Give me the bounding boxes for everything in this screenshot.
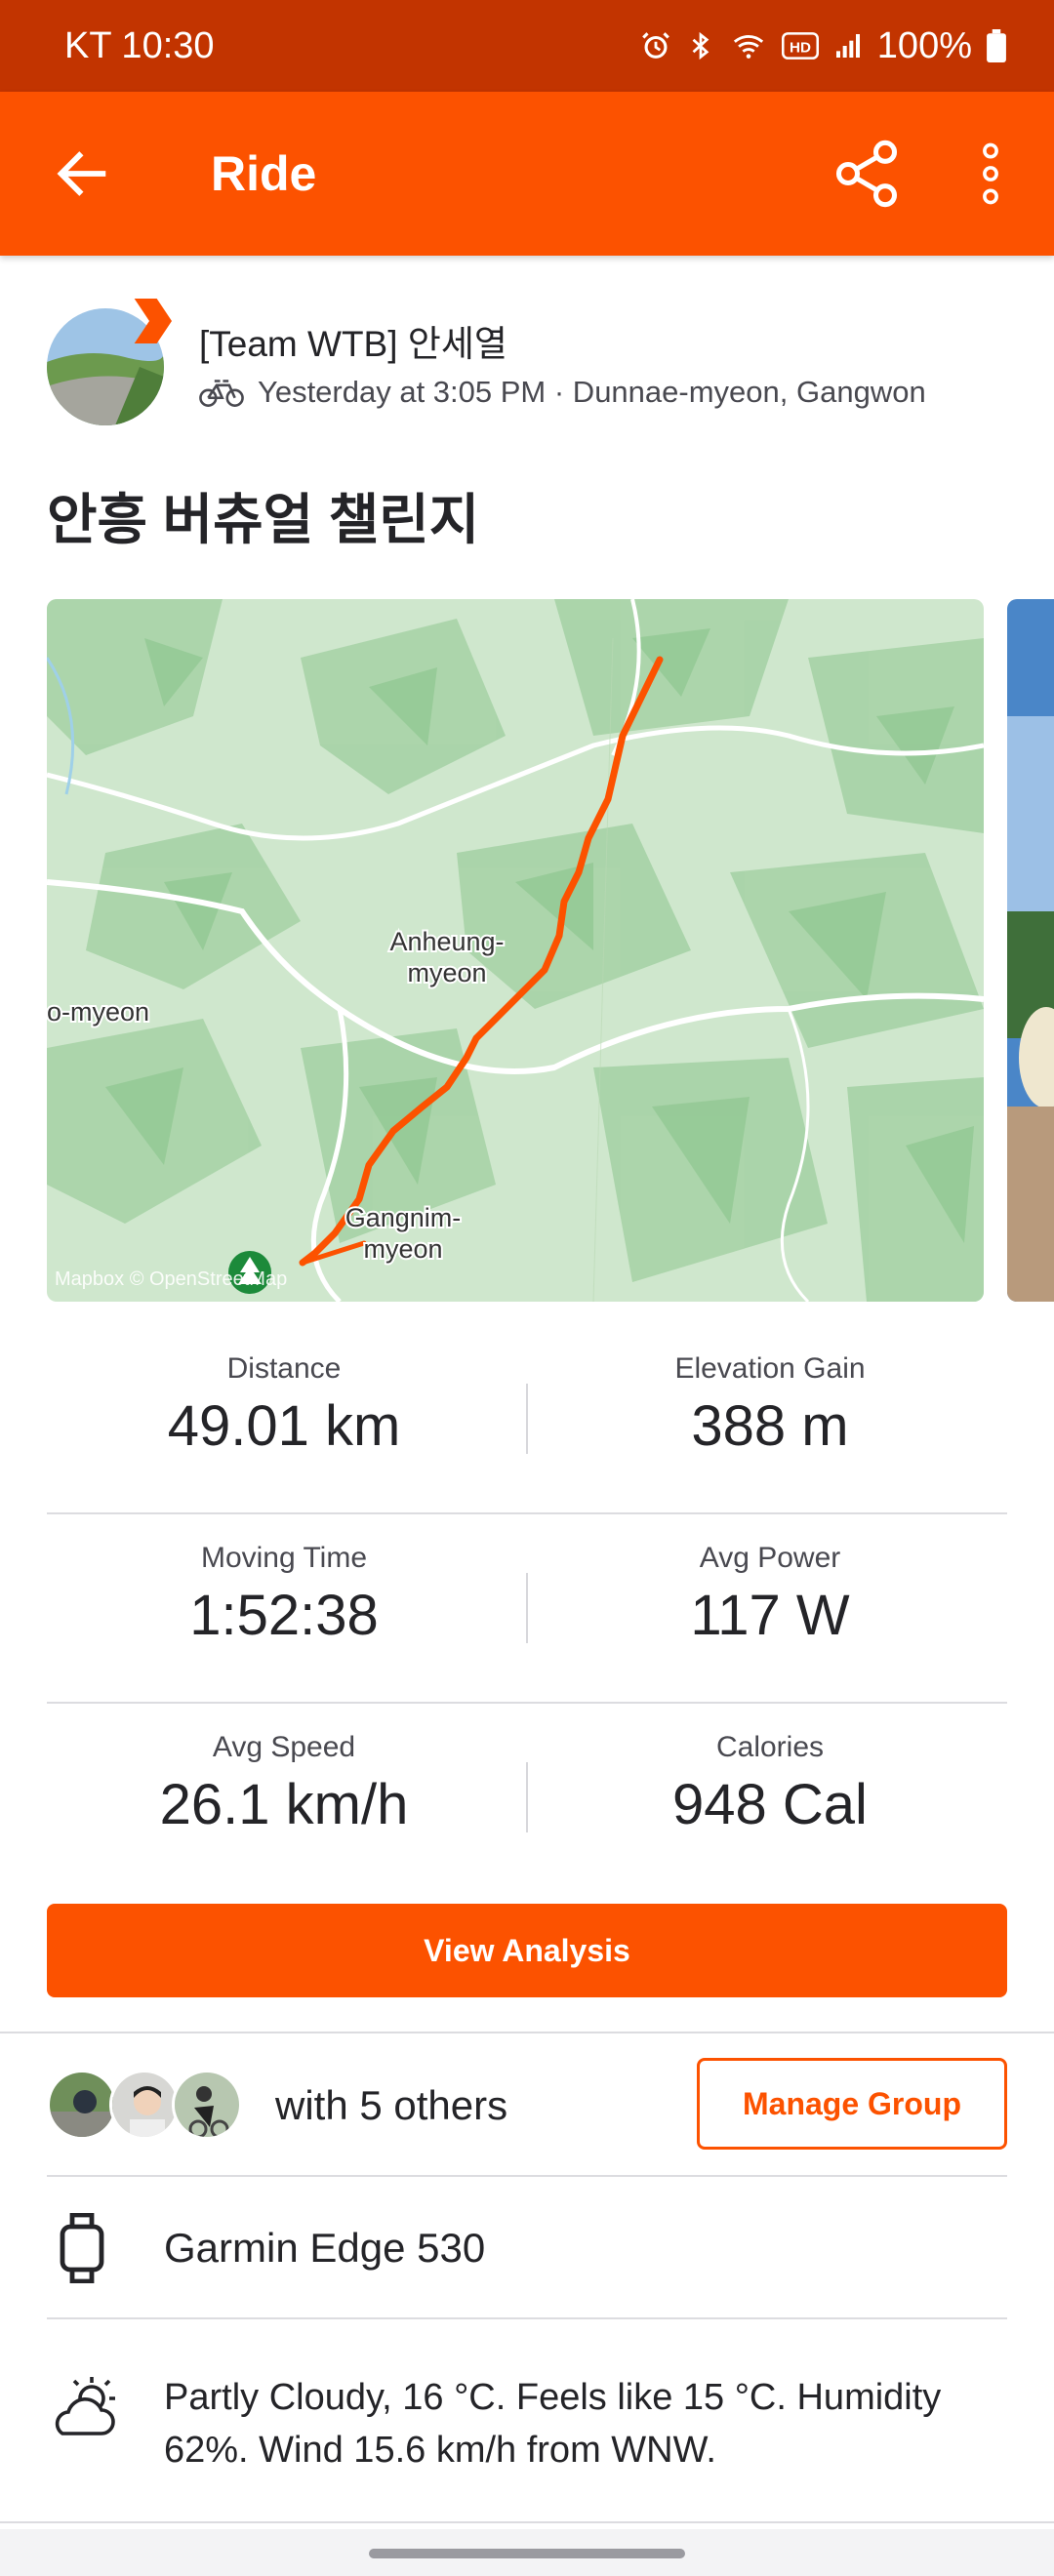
back-arrow-icon[interactable]	[51, 142, 113, 205]
divider	[47, 1512, 1007, 1514]
battery-percent: 100%	[876, 24, 972, 66]
stat-label: Avg Power	[699, 1542, 841, 1574]
group-summary[interactable]: with 5 others	[275, 2082, 507, 2129]
stat-label: Calories	[715, 1731, 825, 1763]
activity-meta-text: Yesterday at 3:05 PM · Dunnae-myeon, Gan…	[258, 375, 926, 409]
group-avatars[interactable]	[47, 2070, 242, 2140]
more-vert-icon[interactable]	[966, 139, 1015, 209]
status-time: KT 10:30	[64, 24, 215, 66]
stat-label: Moving Time	[200, 1542, 368, 1574]
avatar	[109, 2070, 180, 2140]
athlete-name[interactable]: [Team WTB] 안세열	[199, 314, 507, 367]
map-label: Gangnim-	[345, 1203, 462, 1232]
divider	[526, 1384, 528, 1454]
route-map[interactable]: Anheung- myeon o-myeon Gangnim- myeon	[47, 599, 984, 1302]
bluetooth-icon	[692, 31, 709, 60]
hd-icon: HD	[781, 32, 819, 60]
manage-group-button[interactable]: Manage Group	[697, 2058, 1007, 2150]
divider	[0, 2521, 1054, 2523]
map-label: Anheung-	[389, 927, 504, 956]
map-label: myeon	[407, 958, 486, 987]
stat-value: 388 m	[691, 1394, 849, 1458]
status-icons: HD 100%	[639, 25, 1007, 67]
home-handle[interactable]	[369, 2549, 685, 2558]
stat-value: 26.1 km/h	[159, 1773, 409, 1836]
photo-preview[interactable]	[1007, 599, 1054, 1302]
stat-moving-time: Moving Time 1:52:38	[47, 1542, 521, 1648]
map-canvas: Anheung- myeon o-myeon Gangnim- myeon	[47, 599, 984, 1302]
stat-label: Elevation Gain	[674, 1352, 866, 1385]
avatar	[172, 2070, 242, 2140]
map-label: myeon	[363, 1234, 442, 1264]
divider	[526, 1573, 528, 1643]
stat-value: 948 Cal	[672, 1773, 868, 1836]
status-bar: KT 10:30 HD 100%	[0, 0, 1054, 92]
alarm-icon	[641, 32, 669, 59]
stat-value: 117 W	[690, 1584, 850, 1647]
watch-icon	[60, 2213, 104, 2283]
svg-text:HD: HD	[790, 39, 811, 56]
stat-avg-power: Avg Power 117 W	[533, 1542, 1007, 1648]
stat-calories: Calories 948 Cal	[533, 1731, 1007, 1837]
signal-icon	[835, 34, 860, 58]
view-analysis-button[interactable]: View Analysis	[47, 1904, 1007, 1997]
divider	[47, 2175, 1007, 2177]
activity-meta: Yesterday at 3:05 PM · Dunnae-myeon, Gan…	[199, 375, 926, 410]
device-name: Garmin Edge 530	[164, 2225, 486, 2271]
stat-label: Distance	[226, 1352, 342, 1385]
stat-label: Avg Speed	[212, 1731, 356, 1763]
share-icon[interactable]	[830, 137, 904, 211]
partly-cloudy-icon	[55, 2377, 115, 2435]
map-attribution: Mapbox © OpenStreetMap	[55, 1268, 288, 1290]
divider	[526, 1762, 528, 1832]
stat-distance: Distance 49.01 km	[47, 1352, 521, 1459]
divider	[47, 2317, 1007, 2319]
divider	[47, 1702, 1007, 1704]
avatar	[47, 2070, 117, 2140]
stat-value: 49.01 km	[167, 1394, 401, 1458]
stat-value: 1:52:38	[189, 1584, 379, 1647]
weather-summary: Partly Cloudy, 16 °C. Feels like 15 °C. …	[164, 2377, 942, 2471]
activity-title: 안흥 버츄얼 챌린지	[47, 489, 480, 550]
divider	[0, 2032, 1054, 2033]
wifi-icon	[733, 35, 763, 59]
battery-icon	[987, 29, 1006, 62]
subscriber-badge-icon	[134, 299, 172, 343]
map-label: o-myeon	[47, 997, 149, 1026]
app-bar: Ride	[0, 92, 1054, 256]
bike-icon	[199, 380, 244, 407]
stat-avg-speed: Avg Speed 26.1 km/h	[47, 1731, 521, 1837]
page-title: Ride	[211, 146, 317, 201]
stat-elevation-gain: Elevation Gain 388 m	[533, 1352, 1007, 1459]
